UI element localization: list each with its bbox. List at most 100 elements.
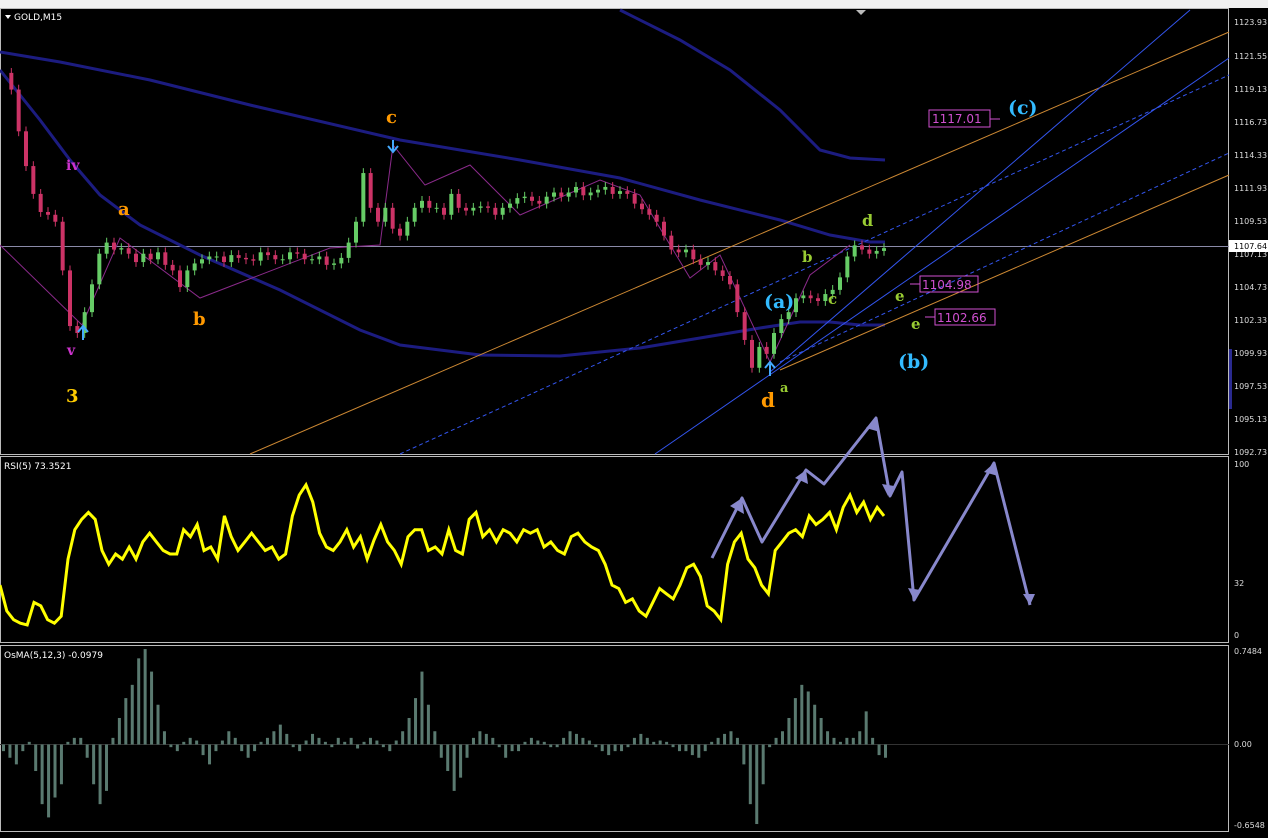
bear-candle xyxy=(398,228,402,236)
osma-bar xyxy=(871,737,875,745)
wave-label-paren-c: (c) xyxy=(1008,97,1038,119)
bear-candle xyxy=(625,191,630,194)
arrowhead-icon xyxy=(1023,594,1035,605)
bear-candle xyxy=(647,209,652,215)
scroll-marker-icon[interactable] xyxy=(856,10,866,15)
bull-candle xyxy=(214,256,219,258)
osma-label: OsMA(5,12,3) -0.0979 xyxy=(4,651,103,661)
moving-averages xyxy=(0,8,886,358)
bear-candle xyxy=(713,262,718,271)
moving-average-line xyxy=(619,8,886,162)
osma-bar xyxy=(130,684,134,745)
osma-bar xyxy=(510,744,514,752)
osma-bar xyxy=(272,731,276,745)
bear-candle xyxy=(390,207,395,229)
bear-candle xyxy=(632,193,637,204)
osma-tick: 0.7484 xyxy=(1234,647,1262,656)
osma-bar xyxy=(774,737,778,745)
bull-candle xyxy=(596,189,600,193)
bear-candle xyxy=(720,270,725,276)
osma-bar xyxy=(504,744,508,758)
bull-candle xyxy=(706,262,710,265)
bull-candle xyxy=(574,186,578,193)
wave-label-iv: iv xyxy=(66,158,80,174)
arrow-up-icon xyxy=(387,140,399,154)
osma-bar xyxy=(594,744,598,748)
bear-candle xyxy=(295,252,300,254)
osma-bar xyxy=(433,731,437,745)
pane-frames xyxy=(0,8,1229,832)
bull-candle xyxy=(280,259,285,261)
bear-candle xyxy=(867,249,872,254)
osma-bar xyxy=(478,731,482,745)
osma-bar xyxy=(838,741,842,745)
osma-bar xyxy=(162,731,166,745)
osma-bar xyxy=(27,741,31,745)
bear-candle xyxy=(559,192,564,197)
price-tick: 1114.33 xyxy=(1234,151,1267,160)
wave-label-c: c xyxy=(386,107,397,128)
osma-bar xyxy=(710,741,714,745)
osma-bar xyxy=(169,744,173,748)
osma-bar xyxy=(858,731,862,745)
trading-chart[interactable]: GOLD,M15 RSI(5) 73.3521 OsMA(5,12,3) -0.… xyxy=(0,0,1268,838)
osma-bar xyxy=(703,744,707,752)
osma-bar xyxy=(491,737,495,745)
osma-bar xyxy=(607,744,611,756)
bear-candle xyxy=(163,252,168,265)
osma-tick: 0.00 xyxy=(1234,740,1252,749)
osma-bar xyxy=(555,744,559,748)
symbol-dropdown-icon[interactable] xyxy=(5,15,11,19)
rsi-tick: 32 xyxy=(1234,579,1244,588)
osma-bar xyxy=(723,733,727,745)
bull-candle xyxy=(838,277,842,290)
osma-bar xyxy=(92,744,96,785)
price-tick: 1099.93 xyxy=(1234,349,1267,358)
bull-candle xyxy=(779,319,784,334)
bull-candle xyxy=(192,263,197,271)
bull-candle xyxy=(90,284,94,313)
bull-candle xyxy=(141,253,146,263)
osma-bar xyxy=(201,744,205,756)
bear-candle xyxy=(148,253,153,260)
bear-candle xyxy=(53,214,58,222)
osma-bar xyxy=(497,744,501,748)
bear-candle xyxy=(178,270,182,288)
bear-candle xyxy=(60,221,65,271)
osma-bar xyxy=(826,731,830,745)
osma-bar xyxy=(677,744,681,752)
bull-candle xyxy=(552,192,556,197)
wave-label-minor-b: b xyxy=(802,248,813,266)
osma-bar xyxy=(330,744,334,748)
bull-candle xyxy=(346,242,351,258)
bull-candle xyxy=(508,203,512,208)
symbol-label[interactable]: GOLD,M15 xyxy=(14,13,62,23)
osma-bar xyxy=(85,744,89,758)
bear-candle xyxy=(735,284,740,313)
bear-candle xyxy=(486,206,490,208)
osma-bar xyxy=(285,733,289,745)
bull-candle xyxy=(874,250,879,254)
osma-bar xyxy=(832,737,836,745)
osma-bar xyxy=(298,744,302,752)
osma-bar xyxy=(517,744,521,752)
bull-candle xyxy=(757,346,762,368)
osma-bar xyxy=(195,740,199,745)
bear-candle xyxy=(24,131,28,167)
price-label-1117: 1117.01 xyxy=(932,112,982,126)
osma-bar xyxy=(375,740,379,745)
bull-candle xyxy=(97,253,102,285)
price-candles xyxy=(9,68,886,373)
osma-bar xyxy=(665,741,669,745)
osma-bar xyxy=(806,691,810,745)
osma-bar xyxy=(439,744,443,758)
bear-candle xyxy=(640,203,644,210)
bull-candle xyxy=(515,198,520,204)
osma-bar xyxy=(536,740,540,745)
bear-candle xyxy=(112,242,116,250)
osma-bar xyxy=(716,737,720,745)
bear-candle xyxy=(266,252,270,256)
bear-candle xyxy=(464,207,468,211)
bear-candle xyxy=(654,214,659,222)
bull-candle xyxy=(119,248,124,250)
